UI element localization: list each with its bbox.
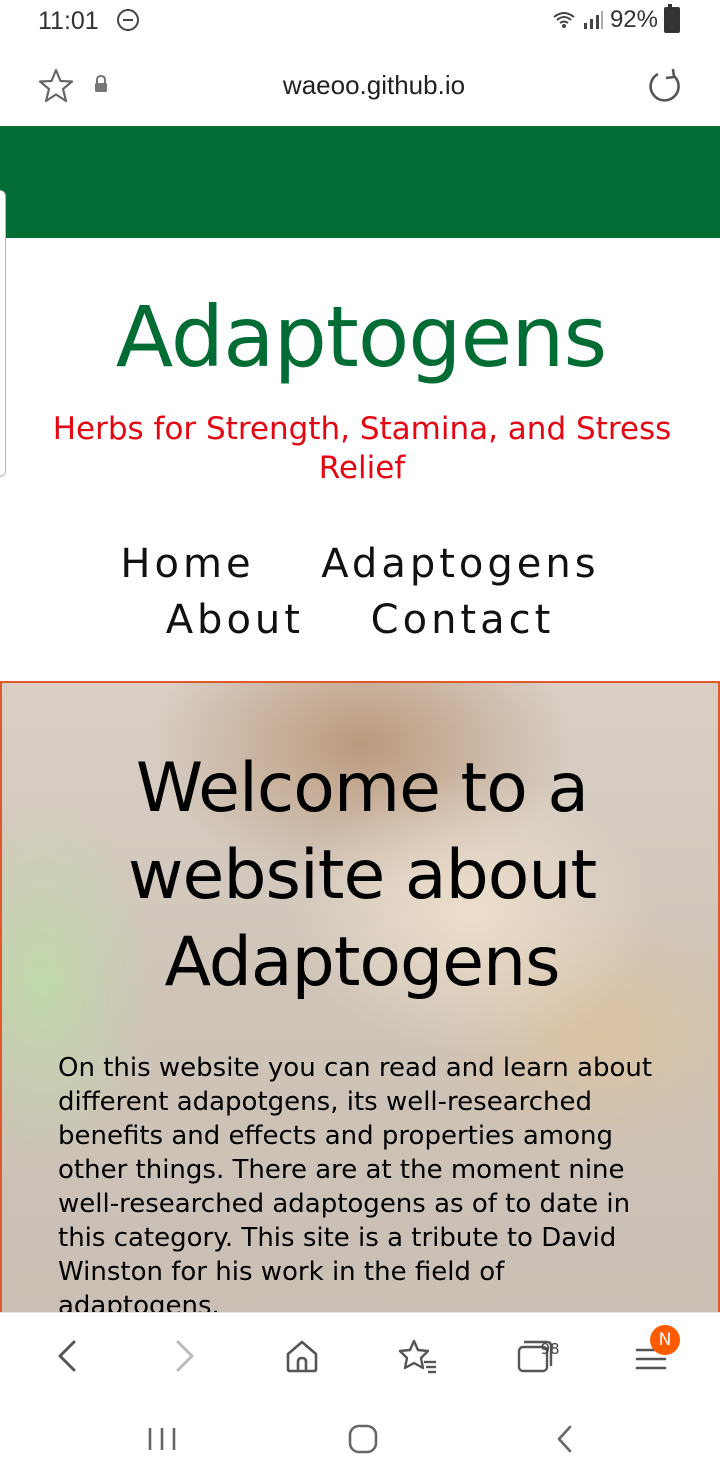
wifi-icon [553,12,575,28]
menu-notification-badge: N [650,1325,680,1355]
nav-link-about[interactable]: About [166,592,304,648]
nav-link-contact[interactable]: Contact [371,592,555,648]
bookmarks-icon [398,1339,436,1374]
nav-link-home[interactable]: Home [120,536,254,592]
home-button[interactable] [277,1331,327,1381]
signal-icon [583,11,603,29]
reload-icon[interactable] [644,66,684,106]
status-time: 11:01 [38,7,99,35]
main-nav: Home Adaptogens About Contact [0,536,720,648]
status-right: 92% [552,4,680,34]
site-subtitle: Herbs for Strength, Stamina, and Stress … [52,411,672,486]
back-icon [58,1340,76,1372]
recent-apps-icon[interactable] [146,1426,178,1452]
hero-intro-text: On this website you can read and learn a… [58,1053,653,1321]
site-title: Adaptogens [115,288,607,386]
home-nav-icon[interactable] [347,1424,379,1454]
status-bar: 11:01 92% [0,0,720,44]
browser-toolbar: 98 N [0,1312,720,1399]
hero-heading: Welcome to a website about Adaptogens [42,745,682,1006]
hero-heading-line: Adaptogens [164,923,560,1002]
hero-section: Welcome to a website about Adaptogens On… [0,681,720,1325]
do-not-disturb-icon [117,9,139,31]
back-button[interactable] [42,1331,92,1381]
battery-icon [664,4,680,33]
home-icon [286,1340,318,1373]
hero-heading-line: Welcome to a [135,749,589,828]
header-banner [0,126,720,238]
battery-percentage: 92% [609,6,658,33]
system-nav-bar [0,1398,720,1480]
address-bar: waeoo.github.io [0,44,720,126]
hero-heading-line: website about [127,836,597,915]
nav-row: Home Adaptogens [0,536,720,592]
back-nav-icon[interactable] [552,1424,578,1454]
forward-icon [176,1340,194,1372]
nav-row: About Contact [0,592,720,648]
nav-link-adaptogens[interactable]: Adaptogens [321,536,599,592]
tabs-count: 98 [540,1340,560,1358]
url-field[interactable]: waeoo.github.io [0,70,720,101]
bookmarks-button[interactable] [393,1331,443,1381]
forward-button[interactable] [160,1331,210,1381]
